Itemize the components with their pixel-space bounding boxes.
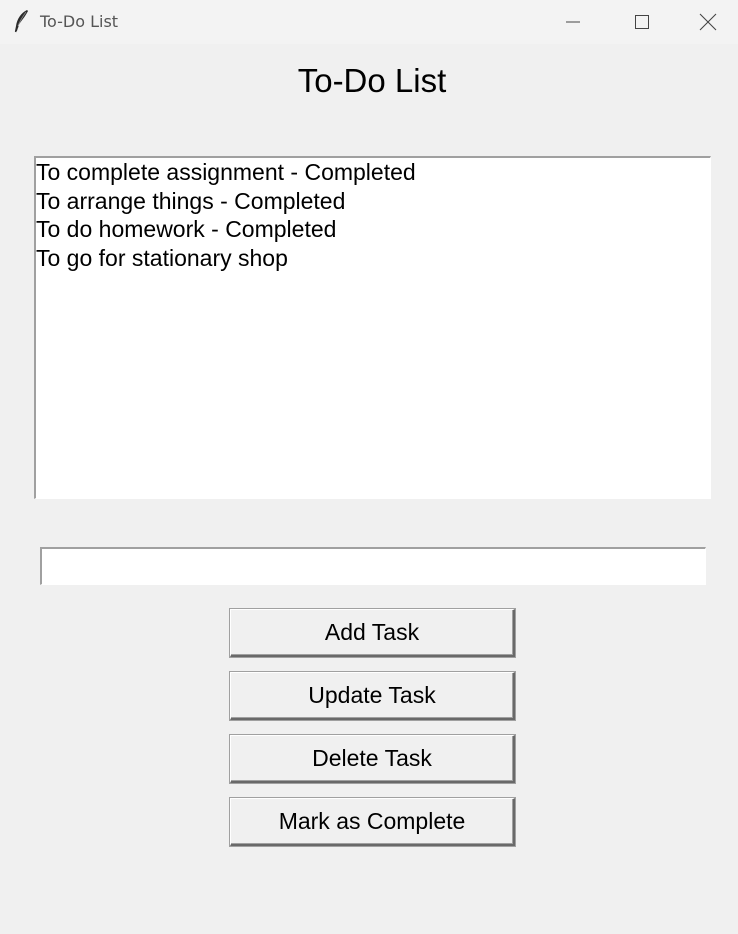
add-task-button[interactable]: Add Task xyxy=(230,609,515,657)
close-icon xyxy=(699,13,717,31)
close-button[interactable] xyxy=(678,0,738,44)
list-item[interactable]: To arrange things - Completed xyxy=(36,187,710,216)
title-bar[interactable]: To-Do List xyxy=(0,0,738,44)
page-title: To-Do List xyxy=(297,62,447,99)
task-input[interactable] xyxy=(40,547,706,585)
app-window: To-Do List To-Do List To complete assign… xyxy=(0,0,738,934)
window-title: To-Do List xyxy=(40,12,119,31)
maximize-button[interactable] xyxy=(608,0,676,44)
list-item[interactable]: To go for stationary shop xyxy=(36,244,710,273)
feather-icon xyxy=(12,9,30,33)
delete-task-button[interactable]: Delete Task xyxy=(230,735,515,783)
list-item[interactable]: To do homework - Completed xyxy=(36,215,710,244)
update-task-button[interactable]: Update Task xyxy=(230,672,515,720)
maximize-icon xyxy=(634,14,650,30)
list-item[interactable]: To complete assignment - Completed xyxy=(36,158,710,187)
task-listbox[interactable]: To complete assignment - Completed To ar… xyxy=(34,156,711,499)
minimize-button[interactable] xyxy=(539,0,607,44)
mark-complete-button[interactable]: Mark as Complete xyxy=(230,798,515,846)
minimize-icon xyxy=(565,14,581,30)
